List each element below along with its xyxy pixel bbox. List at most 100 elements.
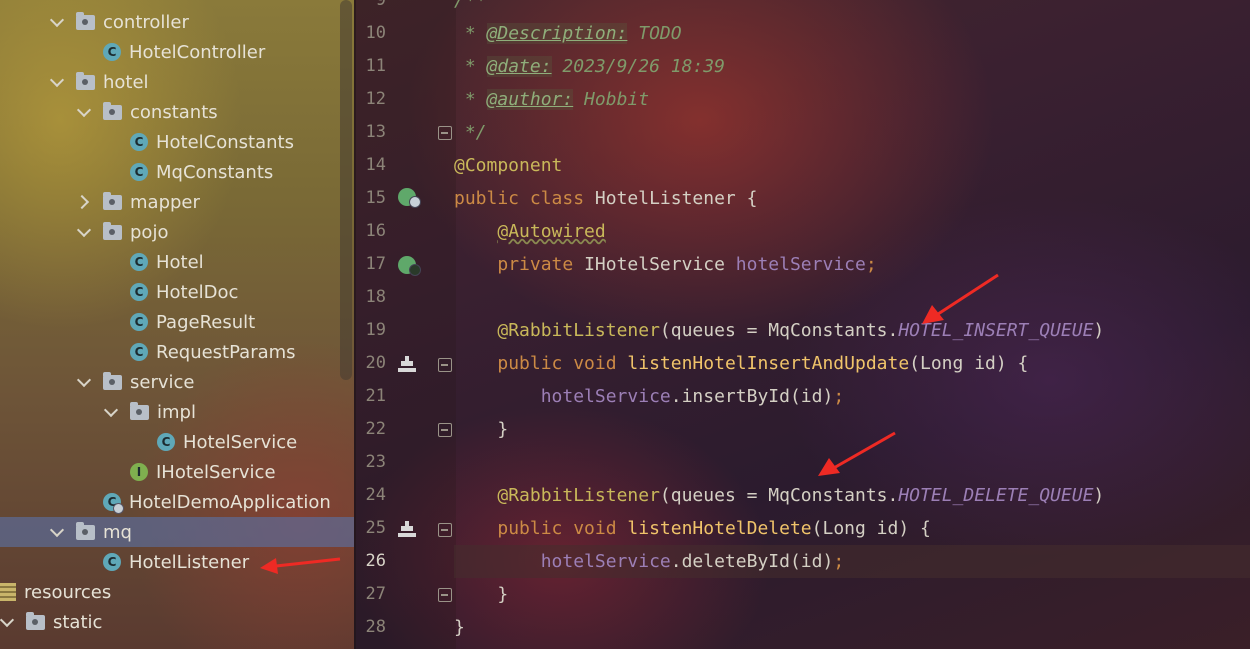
tree-item-hotel[interactable]: hotel [0,67,354,97]
chevron-down-icon[interactable] [50,74,66,90]
chevron-down-icon[interactable] [0,614,16,630]
line-number[interactable]: 24 [354,479,386,512]
code-line[interactable]: public void listenHotelInsertAndUpdate(L… [454,347,1250,380]
line-number[interactable]: 20 [354,347,386,380]
tree-item-hoteldemoapplication[interactable]: C HotelDemoApplication [0,487,354,517]
code-token: HotelListener { [594,188,758,209]
chevron-down-icon[interactable] [77,224,93,240]
line-number[interactable]: 19 [354,314,386,347]
line-number[interactable]: 13 [354,116,386,149]
tree-item-hotellistener[interactable]: C HotelListener [0,547,354,577]
line-number[interactable]: 21 [354,380,386,413]
line-number[interactable]: 11 [354,50,386,83]
spring-bean-navigate-icon[interactable] [398,256,421,276]
code-line[interactable]: } [454,611,1250,644]
code-token: @RabbitListener [497,320,660,341]
line-number[interactable]: 27 [354,578,386,611]
line-number[interactable]: 9 [354,0,386,17]
line-number[interactable]: 17 [354,248,386,281]
line-number[interactable]: 14 [354,149,386,182]
line-number[interactable]: 23 [354,446,386,479]
line-number[interactable]: 25 [354,512,386,545]
line-number[interactable]: 15 [354,182,386,215]
project-tree: controller C HotelController hotel constants… [0,0,354,649]
fold-icon[interactable] [438,358,452,372]
tree-item-label: RequestParams [156,341,296,363]
line-number[interactable]: 26 [354,545,386,578]
fold-icon[interactable] [438,588,452,602]
chevron-down-icon[interactable] [77,374,93,390]
line-number[interactable]: 28 [354,611,386,644]
tree-item-hoteldoc[interactable]: C HotelDoc [0,277,354,307]
code-line[interactable] [454,281,1250,314]
tree-item-label: constants [130,101,218,123]
code-editor[interactable]: /** * @Description: TODO * @date: 2023/9… [454,0,1250,649]
tree-item-mapper[interactable]: mapper [0,187,354,217]
code-line[interactable]: private IHotelService hotelService; [454,248,1250,281]
spring-bean-icon[interactable] [398,188,421,208]
chevron-down-icon[interactable] [50,524,66,540]
tree-item-constants[interactable]: constants [0,97,354,127]
tree-item-label: HotelService [183,431,298,453]
tree-item-requestparams[interactable]: C RequestParams [0,337,354,367]
tree-item-hotelservice[interactable]: C HotelService [0,427,354,457]
code-line[interactable]: hotelService.deleteById(id); [454,545,1250,578]
code-line[interactable]: public class HotelListener { [454,182,1250,215]
code-token: * [454,23,487,44]
rabbit-listener-icon[interactable] [398,356,416,372]
tree-item-controller[interactable]: controller [0,7,354,37]
line-number[interactable]: 10 [354,17,386,50]
line-number[interactable]: 12 [354,83,386,116]
chevron-down-icon[interactable] [104,404,120,420]
line-number[interactable]: 18 [354,281,386,314]
code-line[interactable]: * @Description: TODO [454,17,1250,50]
code-token: hotelService [540,551,671,572]
fold-icon[interactable] [438,523,452,537]
code-line[interactable]: @Component [454,149,1250,182]
code-line[interactable]: */ [454,116,1250,149]
tree-item-hotel[interactable]: C Hotel [0,247,354,277]
tree-item-impl[interactable]: impl [0,397,354,427]
tree-item-static[interactable]: static [0,607,354,637]
fold-icon[interactable] [438,126,452,140]
code-line[interactable]: public void listenHotelDelete(Long id) { [454,512,1250,545]
code-line[interactable]: @RabbitListener(queues = MqConstants.HOT… [454,479,1250,512]
folder-icon [103,191,122,210]
line-number[interactable]: 16 [354,215,386,248]
chevron-right-icon[interactable] [77,194,93,210]
tree-item-resources[interactable]: resources [0,577,354,607]
tree-item-hotelcontroller[interactable]: C HotelController [0,37,354,67]
tree-item-pageresult[interactable]: C PageResult [0,307,354,337]
tree-item-mqconstants[interactable]: C MqConstants [0,157,354,187]
code-line[interactable]: * @author: Hobbit [454,83,1250,116]
rabbit-listener-icon[interactable] [398,521,416,537]
code-token: hotelService [540,386,671,407]
tree-item-ihotelservice[interactable]: I IHotelService [0,457,354,487]
line-number[interactable]: 22 [354,413,386,446]
chevron-down-icon[interactable] [50,14,66,30]
fold-icon[interactable] [438,423,452,437]
tree-item-hotelconstants[interactable]: C HotelConstants [0,127,354,157]
code-line[interactable]: } [454,413,1250,446]
tree-item-mq[interactable]: mq [0,517,354,547]
code-line[interactable] [454,446,1250,479]
code-token: (queues = MqConstants. [659,485,899,506]
class-icon: C [130,283,148,301]
code-line[interactable]: * @date: 2023/9/26 18:39 [454,50,1250,83]
code-line[interactable]: @RabbitListener(queues = MqConstants.HOT… [454,314,1250,347]
code-token: * [454,89,487,110]
code-line[interactable]: @Autowired [454,215,1250,248]
tree-item-service[interactable]: service [0,367,354,397]
code-token: @date: [486,56,552,77]
code-line[interactable]: } [454,578,1250,611]
code-line[interactable]: hotelService.insertById(id); [454,380,1250,413]
tree-item-pojo[interactable]: pojo [0,217,354,247]
chevron-down-icon[interactable] [77,104,93,120]
code-token: public class [454,188,595,209]
folder-icon [76,11,95,30]
tree-scrollbar[interactable] [340,0,352,380]
code-line[interactable]: /** [454,0,1250,17]
